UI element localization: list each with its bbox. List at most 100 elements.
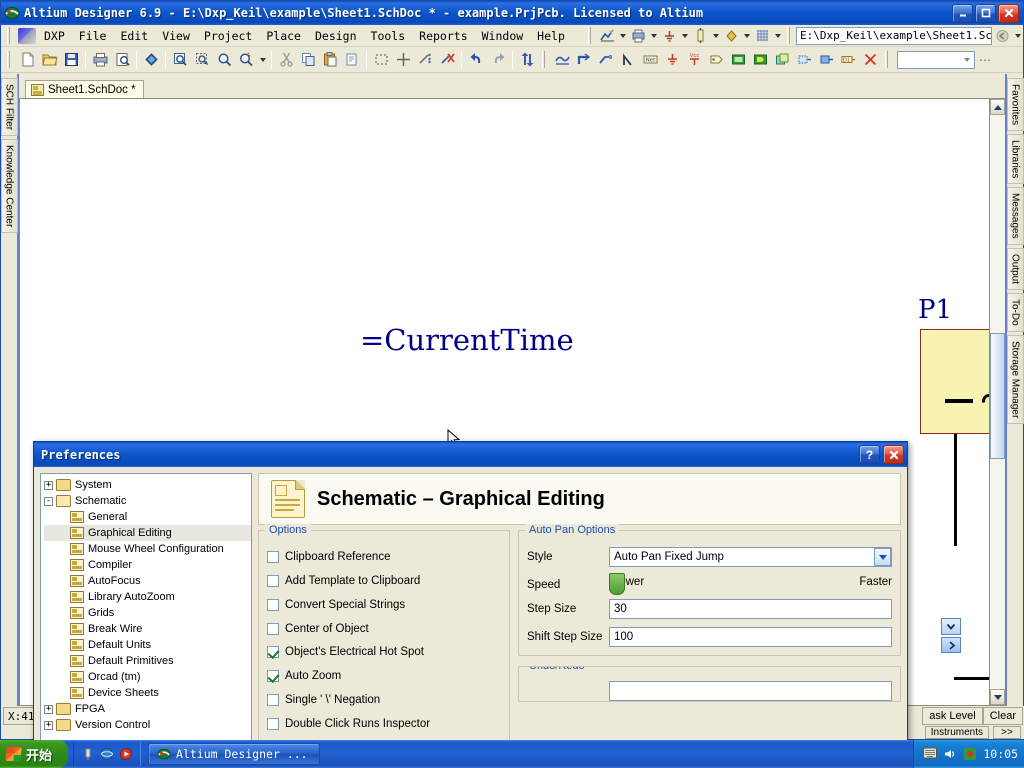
chevron-down-icon[interactable] — [648, 26, 659, 45]
checkbox-center-of-object[interactable] — [267, 622, 279, 635]
volume-icon[interactable] — [943, 747, 957, 761]
chevron-down-icon[interactable] — [710, 26, 721, 45]
component-body-p1[interactable] — [920, 329, 989, 434]
toolbar-grip-3[interactable] — [6, 51, 13, 68]
checkbox-single-negation[interactable] — [267, 694, 279, 707]
sidebar-item-sch-filter[interactable]: SCH Filter — [0, 78, 18, 137]
chevron-down-icon[interactable] — [257, 50, 268, 69]
chevron-down-icon[interactable] — [960, 52, 974, 68]
toolbar-grip-2[interactable] — [786, 27, 793, 44]
checkbox-row-convert-special-strings[interactable]: Convert Special Strings — [267, 593, 501, 617]
ie-browser-icon[interactable] — [100, 747, 114, 761]
paste-special-icon[interactable] — [341, 49, 363, 71]
tree-item-autofocus[interactable]: AutoFocus — [44, 573, 251, 589]
checkbox-row-auto-zoom[interactable]: Auto Zoom — [267, 664, 501, 688]
updown-icon[interactable] — [516, 49, 538, 71]
chevron-down-icon[interactable] — [772, 26, 783, 45]
sidebar-item-libraries[interactable]: Libraries — [1006, 134, 1024, 185]
toolbar-grip-5[interactable] — [884, 51, 891, 68]
expander-icon[interactable]: + — [44, 720, 53, 730]
toolbar-grip-1[interactable] — [587, 27, 594, 44]
tree-item-library-autozoom[interactable]: Library AutoZoom — [44, 589, 251, 605]
paste-icon[interactable] — [319, 49, 341, 71]
menu-help[interactable]: Help — [530, 27, 572, 45]
place-directive-icon[interactable]: D1 — [837, 49, 859, 71]
checkbox-auto-zoom[interactable] — [267, 670, 279, 683]
expander-icon[interactable]: - — [44, 496, 53, 506]
delete-icon[interactable] — [859, 49, 881, 71]
minimize-button[interactable] — [952, 3, 973, 23]
select-area-icon[interactable] — [370, 49, 392, 71]
checkbox-objects-electrical-hot-spot[interactable] — [267, 646, 279, 659]
menu-file[interactable]: File — [72, 27, 114, 45]
place-part-icon[interactable] — [793, 49, 815, 71]
diamond-icon[interactable] — [721, 26, 741, 45]
canvas-vertical-scrollbar[interactable] — [989, 99, 1005, 705]
tree-item-system[interactable]: + System — [44, 477, 251, 493]
checkbox-convert-special-strings[interactable] — [267, 598, 279, 611]
menu-view[interactable]: View — [155, 27, 197, 45]
chevron-down-icon[interactable] — [1012, 26, 1023, 45]
place-vcc-icon[interactable]: Vcc — [683, 49, 705, 71]
open-folder-icon[interactable] — [38, 49, 60, 71]
step-size-input[interactable]: 30 — [609, 599, 892, 619]
place-sheet-symbol-icon[interactable] — [727, 49, 749, 71]
clear-button[interactable]: Clear — [982, 707, 1023, 725]
component-designator-p1[interactable]: P1 — [918, 295, 952, 325]
save-icon[interactable] — [60, 49, 82, 71]
zoom-area-icon[interactable] — [169, 49, 191, 71]
preferences-close-button[interactable] — [883, 445, 904, 464]
new-document-icon[interactable] — [16, 49, 38, 71]
taskbar-item-altium-designer[interactable]: Altium Designer ... — [148, 743, 321, 765]
help-icon[interactable]: ? — [859, 445, 880, 464]
show-desktop-icon[interactable] — [81, 747, 95, 761]
menu-place[interactable]: Place — [259, 27, 308, 45]
toolbar-overflow-button[interactable]: ⋯ — [975, 53, 991, 67]
menu-dxp[interactable]: DXP — [37, 27, 72, 45]
menu-tools[interactable]: Tools — [364, 27, 413, 45]
tree-item-compiler[interactable]: Compiler — [44, 557, 251, 573]
panel-overflow-button[interactable]: >> — [993, 726, 1021, 739]
autopan-style-select[interactable]: Auto Pan Fixed Jump — [609, 547, 892, 567]
print-preview-icon[interactable] — [628, 26, 648, 45]
chevron-down-icon[interactable] — [617, 26, 628, 45]
special-string-currenttime[interactable]: =CurrentTime — [360, 323, 574, 357]
checkbox-row-objects-electrical-hot-spot[interactable]: Object's Electrical Hot Spot — [267, 641, 501, 665]
checkbox-row-clipboard-reference[interactable]: Clipboard Reference — [267, 545, 501, 569]
tree-item-schematic[interactable]: - Schematic — [44, 493, 251, 509]
place-device-sheet-icon[interactable] — [771, 49, 793, 71]
cut-icon[interactable] — [275, 49, 297, 71]
sidebar-item-storage-manager[interactable]: Storage Manager — [1006, 334, 1024, 425]
place-bus-icon[interactable] — [573, 49, 595, 71]
chart-icon[interactable] — [597, 26, 617, 45]
menubar-grip[interactable] — [6, 27, 13, 44]
tree-item-fpga[interactable]: + FPGA — [44, 701, 251, 717]
schematic-wire-vertical-left[interactable] — [954, 434, 957, 546]
undo-stack-size-input[interactable] — [609, 681, 892, 701]
checkbox-row-single-negation[interactable]: Single ' \' Negation — [267, 688, 501, 712]
instruments-button[interactable]: Instruments — [924, 726, 989, 739]
expander-icon[interactable]: + — [44, 480, 53, 490]
place-netlabel-icon[interactable]: Net — [639, 49, 661, 71]
schematic-wire-horizontal[interactable] — [954, 677, 989, 680]
media-player-icon[interactable] — [119, 747, 133, 761]
tree-item-general[interactable]: General — [44, 509, 251, 525]
scroll-down-button[interactable] — [990, 689, 1005, 705]
place-line-icon[interactable] — [617, 49, 639, 71]
clear-selection-icon[interactable] — [414, 49, 436, 71]
menu-project[interactable]: Project — [197, 27, 259, 45]
navigate-back-icon[interactable] — [992, 26, 1012, 45]
chevron-down-icon[interactable] — [874, 548, 891, 566]
chevron-right-icon[interactable] — [941, 637, 961, 653]
sidebar-item-favorites[interactable]: Favorites — [1006, 78, 1024, 132]
start-button[interactable]: 开始 — [0, 740, 69, 768]
place-port-icon[interactable] — [705, 49, 727, 71]
maximize-button[interactable] — [975, 3, 996, 23]
tree-item-break-wire[interactable]: Break Wire — [44, 621, 251, 637]
checkbox-row-double-click-runs-inspector[interactable]: Double Click Runs Inspector — [267, 712, 501, 736]
checkbox-clipboard-reference[interactable] — [267, 550, 279, 563]
chevron-down-icon[interactable] — [741, 26, 752, 45]
sidebar-item-knowledge-center[interactable]: Knowledge Center — [0, 139, 18, 234]
component-icon[interactable] — [690, 26, 710, 45]
shift-step-size-input[interactable]: 100 — [609, 627, 892, 647]
